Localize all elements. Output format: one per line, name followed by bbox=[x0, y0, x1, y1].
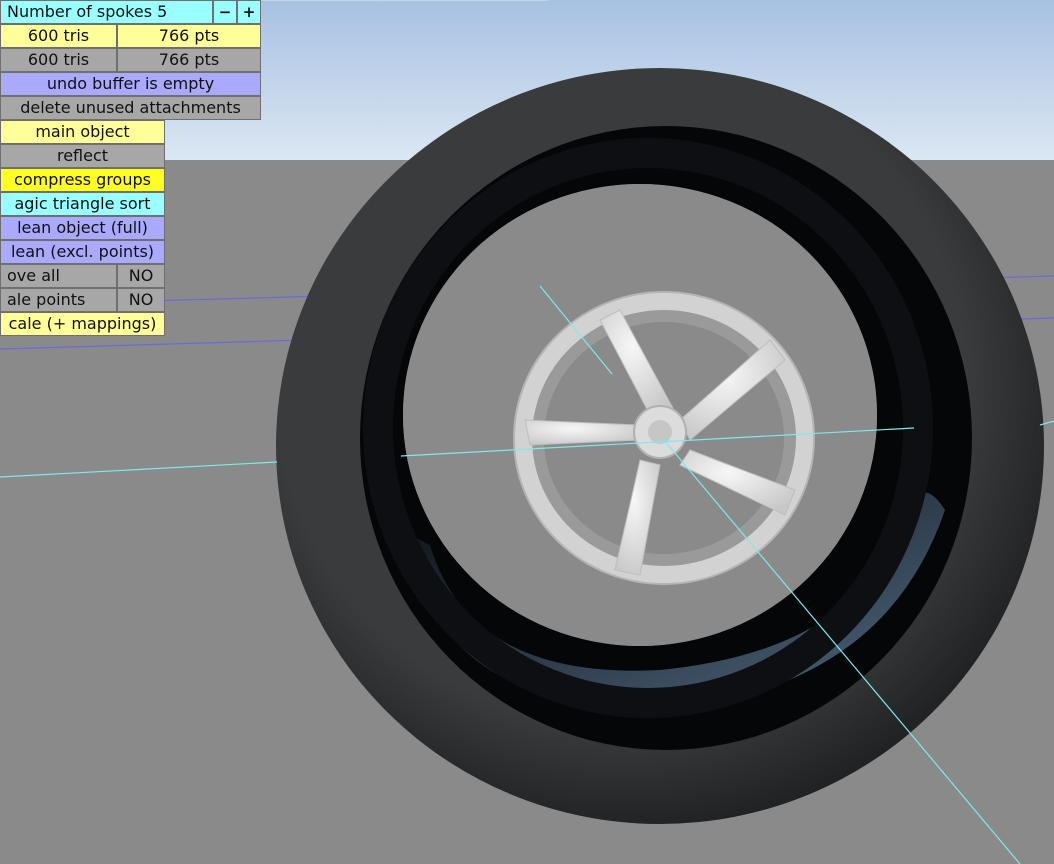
reflect-button[interactable]: reflect bbox=[0, 144, 165, 168]
scale-points-toggle[interactable]: NO bbox=[117, 288, 165, 312]
magic-triangle-sort-button[interactable]: agic triangle sort bbox=[0, 192, 165, 216]
point-count-secondary: 766 pts bbox=[117, 48, 261, 72]
move-all-toggle[interactable]: NO bbox=[117, 264, 165, 288]
increment-spokes-button[interactable]: + bbox=[237, 0, 261, 24]
decrement-spokes-button[interactable]: − bbox=[213, 0, 237, 24]
triangle-count-secondary: 600 tris bbox=[0, 48, 117, 72]
delete-unused-attachments-button[interactable]: delete unused attachments bbox=[0, 96, 261, 120]
undo-buffer-status[interactable]: undo buffer is empty bbox=[0, 72, 261, 96]
wheel-rim bbox=[513, 291, 815, 585]
move-all-label: ove all bbox=[0, 264, 117, 288]
clean-excl-points-button[interactable]: lean (excl. points) bbox=[0, 240, 165, 264]
point-count: 766 pts bbox=[117, 24, 261, 48]
clean-object-full-button[interactable]: lean object (full) bbox=[0, 216, 165, 240]
scale-points-label: ale points bbox=[0, 288, 117, 312]
main-object-button[interactable]: main object bbox=[0, 120, 165, 144]
scale-mappings-button[interactable]: cale (+ mappings) bbox=[0, 312, 165, 336]
triangle-count: 600 tris bbox=[0, 24, 117, 48]
spokes-count-label: Number of spokes 5 bbox=[0, 0, 213, 24]
compress-groups-button[interactable]: compress groups bbox=[0, 168, 165, 192]
